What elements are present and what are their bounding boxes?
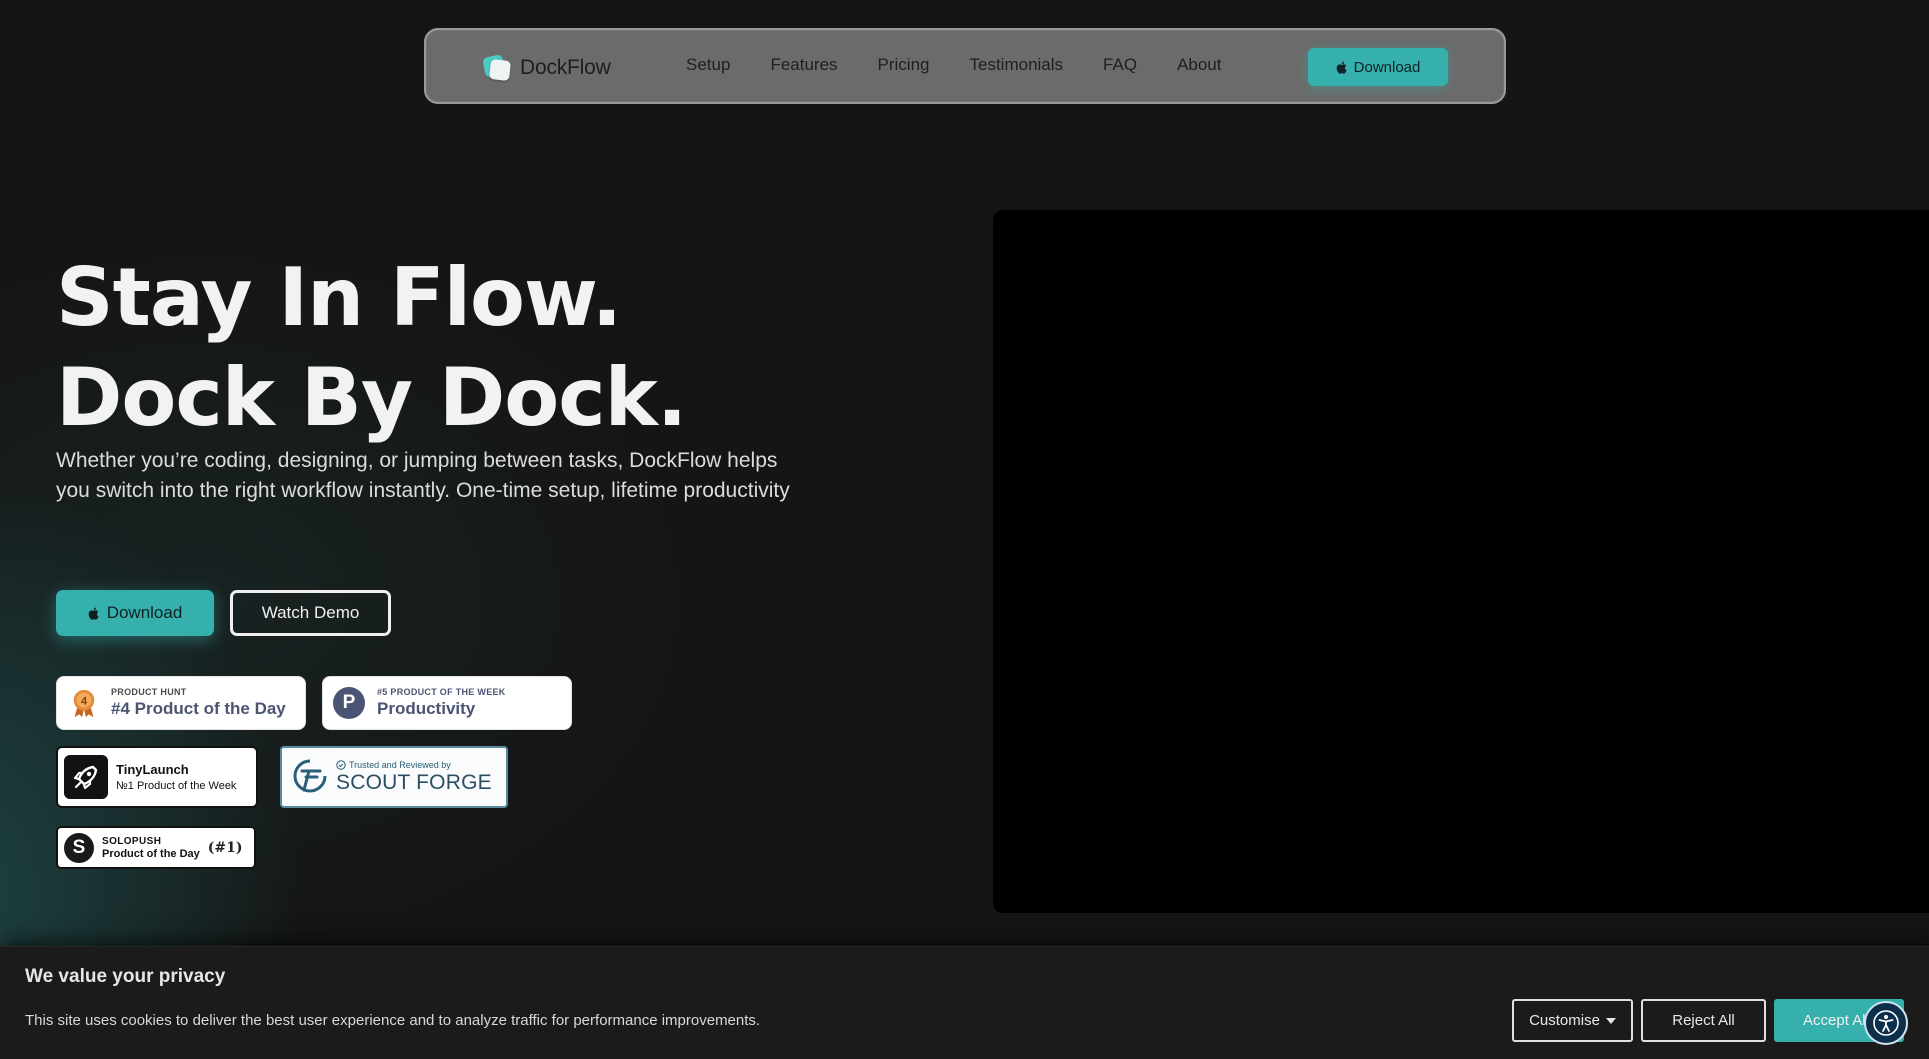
solopush-rank: #1: [214, 839, 236, 856]
nav-link-features[interactable]: Features: [770, 55, 837, 75]
product-hunt-week-category: Productivity: [377, 699, 476, 718]
apple-icon: [88, 606, 99, 620]
laurel-rank: (#1): [207, 839, 243, 856]
product-hunt-p-icon: P: [333, 687, 365, 719]
nav-links: Setup Features Pricing Testimonials FAQ …: [686, 55, 1222, 75]
hero-title-line-1: Stay In Flow.: [56, 251, 622, 344]
solopush-logo-icon: S: [64, 832, 94, 863]
rocket-icon: [64, 755, 108, 799]
tinylaunch-award: №1 Product of the Week: [116, 780, 237, 792]
cookie-consent-banner: We value your privacy This site uses coo…: [0, 946, 1929, 1059]
reject-all-button[interactable]: Reject All: [1641, 999, 1766, 1042]
hero-title-line-2: Dock By Dock.: [56, 351, 687, 444]
hero-download-button[interactable]: Download: [56, 590, 214, 636]
nav-link-faq[interactable]: FAQ: [1103, 55, 1137, 75]
hero-subtitle: Whether you’re coding, designing, or jum…: [56, 449, 790, 502]
scout-forge-label: Trusted and Reviewed by: [349, 759, 451, 770]
nav-link-testimonials[interactable]: Testimonials: [970, 55, 1064, 75]
demo-video-player[interactable]: [993, 210, 1929, 913]
customise-button[interactable]: Customise: [1512, 999, 1633, 1042]
customise-label: Customise: [1529, 1012, 1600, 1029]
nav-download-button[interactable]: Download: [1308, 48, 1448, 86]
logo[interactable]: DockFlow: [482, 52, 611, 84]
apple-icon: [1336, 60, 1347, 74]
hero-title: Stay In Flow. Dock By Dock.: [56, 248, 687, 448]
product-hunt-award: #4 Product of the Day: [111, 699, 286, 718]
nav-download-label: Download: [1353, 58, 1421, 76]
medal-icon: 4: [73, 689, 95, 718]
solopush-label: SOLOPUSH: [102, 835, 162, 847]
watch-demo-button[interactable]: Watch Demo: [230, 590, 391, 636]
caret-down-icon: [1605, 1017, 1616, 1024]
tinylaunch-title: TinyLaunch: [116, 762, 189, 777]
nav-link-setup[interactable]: Setup: [686, 55, 730, 75]
nav-link-pricing[interactable]: Pricing: [878, 55, 930, 75]
nav-link-about[interactable]: About: [1177, 55, 1221, 75]
solopush-badge[interactable]: S SOLOPUSH Product of the Day (#1): [56, 826, 256, 869]
cookie-title: We value your privacy: [25, 966, 226, 987]
cookie-text: This site uses cookies to deliver the be…: [25, 1012, 761, 1029]
top-navbar: DockFlow Setup Features Pricing Testimon…: [424, 28, 1506, 104]
solopush-award: Product of the Day: [102, 847, 200, 860]
product-hunt-day-badge[interactable]: 4 PRODUCT HUNT #4 Product of the Day: [56, 676, 306, 730]
logo-text: DockFlow: [520, 56, 611, 79]
scout-forge-badge[interactable]: Trusted and Reviewed by SCOUT FORGE: [280, 746, 508, 808]
scout-forge-name: SCOUT FORGE: [336, 770, 492, 794]
tinylaunch-badge[interactable]: TinyLaunch №1 Product of the Week: [56, 746, 258, 808]
scout-forge-logo-icon: [293, 759, 327, 793]
dockflow-logo-icon: [482, 54, 514, 82]
accessibility-icon[interactable]: [1864, 1001, 1908, 1045]
product-hunt-label: PRODUCT HUNT: [111, 687, 187, 697]
product-hunt-week-badge[interactable]: P #5 PRODUCT OF THE WEEK Productivity: [322, 676, 572, 730]
hero-download-label: Download: [106, 603, 183, 622]
medal-rank: 4: [81, 695, 88, 707]
product-hunt-week-label: #5 PRODUCT OF THE WEEK: [377, 687, 506, 697]
check-circle-icon: [336, 759, 346, 770]
